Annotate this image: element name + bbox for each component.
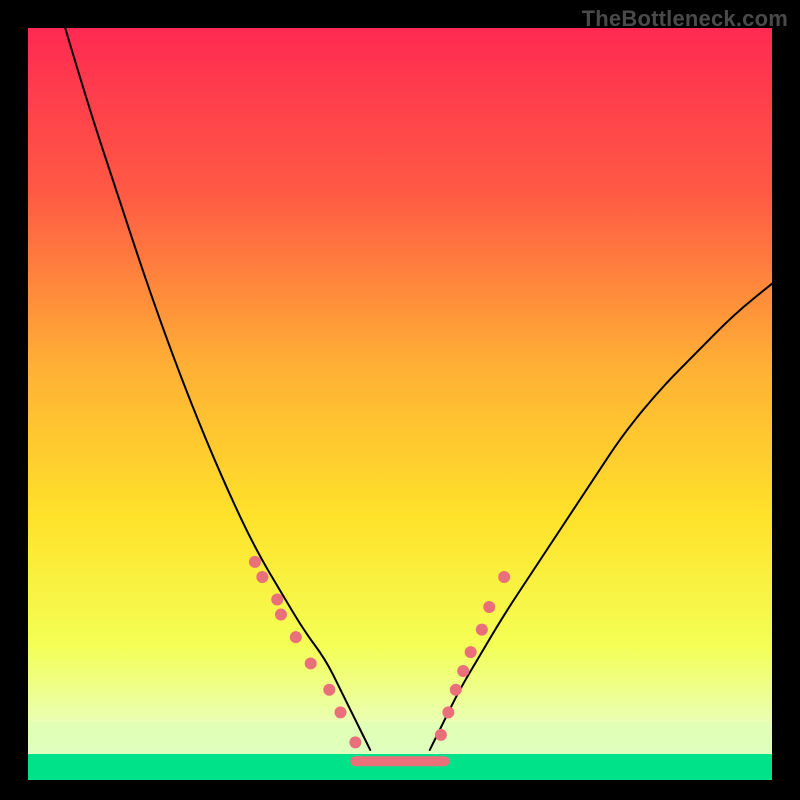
data-marker [476,624,488,636]
data-marker [483,601,495,613]
bottleneck-chart [0,0,800,800]
watermark-text: TheBottleneck.com [582,6,788,32]
data-marker [290,631,302,643]
data-marker [498,571,510,583]
data-marker [435,729,447,741]
plot-background-gradient [28,28,772,780]
data-marker [249,556,261,568]
data-marker [457,665,469,677]
data-marker [465,646,477,658]
data-marker [275,609,287,621]
data-marker [323,684,335,696]
chart-stage: TheBottleneck.com [0,0,800,800]
pale-band [28,722,772,754]
data-marker [349,736,361,748]
data-marker [450,684,462,696]
data-marker [305,657,317,669]
data-marker [256,571,268,583]
data-marker [334,706,346,718]
data-marker [271,594,283,606]
data-marker [442,706,454,718]
plot-area [28,28,772,780]
